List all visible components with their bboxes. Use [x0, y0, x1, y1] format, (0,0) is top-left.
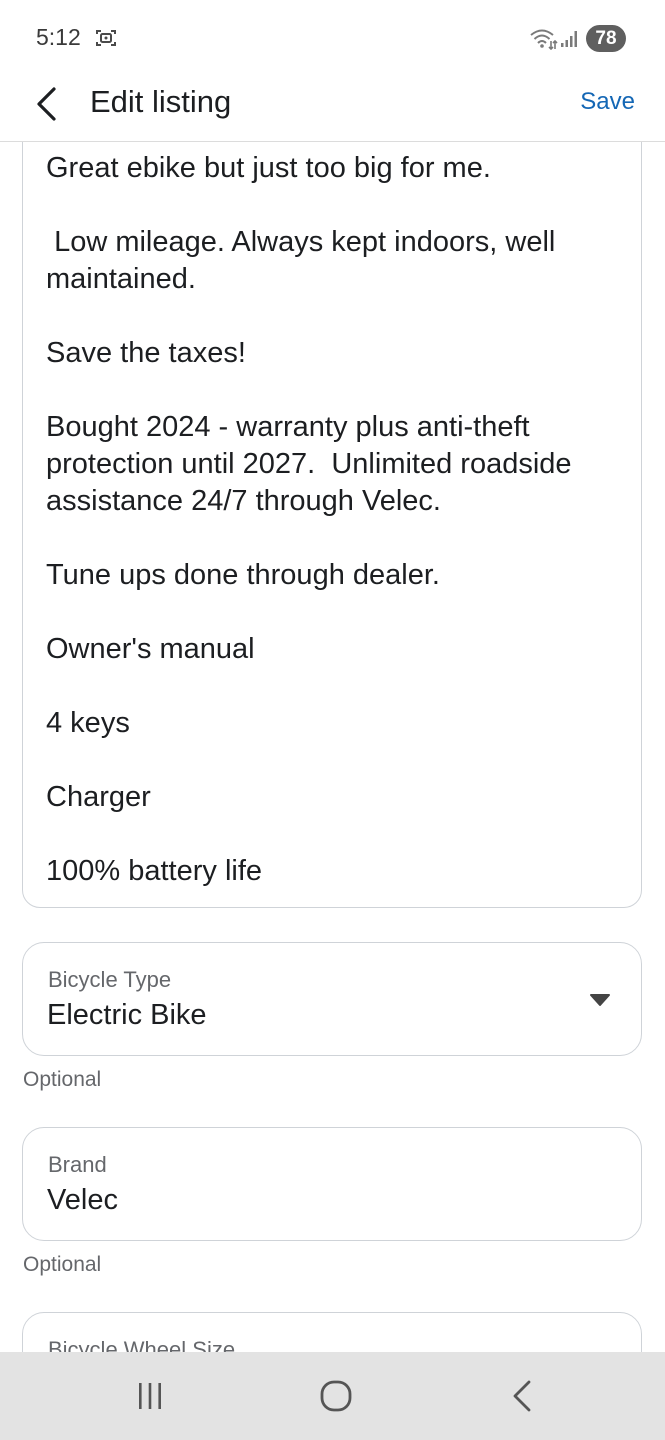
- chevron-left-icon: [37, 87, 56, 121]
- bicycle-type-label: Bicycle Type: [48, 967, 172, 992]
- wifi-icon: [529, 28, 559, 51]
- battery-indicator: 78: [586, 25, 626, 52]
- back-button[interactable]: [24, 82, 68, 126]
- brand-field[interactable]: Brand Velec: [22, 1127, 642, 1241]
- brand-helper: Optional: [23, 1253, 102, 1276]
- back-icon: [513, 1380, 531, 1412]
- signal-icon: [560, 28, 580, 48]
- bicycle-type-dropdown[interactable]: Bicycle Type Electric Bike: [22, 942, 642, 1056]
- app-bar: Edit listing Save: [0, 78, 665, 142]
- recent-apps-icon: [139, 1383, 161, 1409]
- bicycle-type-value: Electric Bike: [47, 999, 207, 1031]
- status-bar: 5:12 78: [0, 0, 665, 78]
- caret-down-icon: [589, 993, 611, 1007]
- description-text[interactable]: Great ebike but just too big for me. Low…: [46, 150, 626, 890]
- brand-label: Brand: [48, 1152, 107, 1177]
- home-icon: [320, 1380, 352, 1412]
- navigation-bar: [0, 1352, 665, 1440]
- bicycle-type-helper: Optional: [23, 1068, 102, 1091]
- brand-value: Velec: [47, 1184, 118, 1216]
- page-title: Edit listing: [90, 84, 232, 119]
- nav-back-button[interactable]: [472, 1352, 572, 1440]
- recent-apps-button[interactable]: [100, 1352, 200, 1440]
- screenshot-icon: [94, 27, 118, 49]
- save-button[interactable]: Save: [580, 88, 635, 116]
- status-time: 5:12: [36, 24, 81, 50]
- home-button[interactable]: [286, 1352, 386, 1440]
